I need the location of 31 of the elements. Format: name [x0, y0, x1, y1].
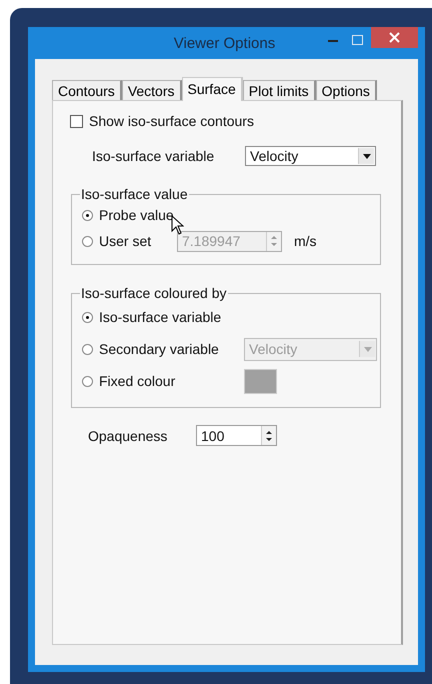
maximize-icon [352, 35, 362, 45]
colour-swatch-button[interactable] [244, 368, 277, 394]
radio-button[interactable] [82, 376, 93, 386]
mouse-pointer-icon [171, 215, 184, 235]
tab[interactable]: Surface [182, 77, 243, 101]
tab[interactable]: Options [316, 80, 377, 100]
radio-label: Secondary variable [99, 341, 220, 357]
unit-label: m/s [294, 233, 317, 249]
minimize-icon [328, 38, 338, 42]
tab[interactable]: Contours [52, 80, 122, 100]
close-icon [389, 32, 400, 43]
radio-button[interactable] [82, 312, 93, 322]
radio-label: Fixed colour [99, 373, 176, 389]
tab[interactable]: Vectors [122, 80, 182, 100]
radio-label: Iso-surface variable [99, 309, 222, 325]
group-title: Iso-surface coloured by [80, 285, 228, 301]
radio-label: Probe value [99, 207, 175, 223]
field-label: Opaqueness [88, 428, 168, 444]
radio-label: User set [99, 233, 152, 249]
radio-button[interactable] [82, 236, 93, 246]
group-title: Iso-surface value [80, 186, 189, 202]
tab[interactable]: Plot limits [242, 80, 316, 100]
field-label: Iso-surface variable [92, 148, 216, 164]
variable-dropdown[interactable]: Velocity [245, 146, 376, 166]
window-title: Viewer Options [172, 35, 276, 52]
radio-button[interactable] [82, 210, 93, 220]
opaqueness-spinbox[interactable]: 100 [196, 425, 277, 446]
checkbox-label: Show iso-surface contours [89, 113, 254, 129]
close-button[interactable] [371, 27, 418, 48]
checkbox[interactable] [70, 114, 83, 128]
spin-arrows-icon [261, 426, 276, 445]
